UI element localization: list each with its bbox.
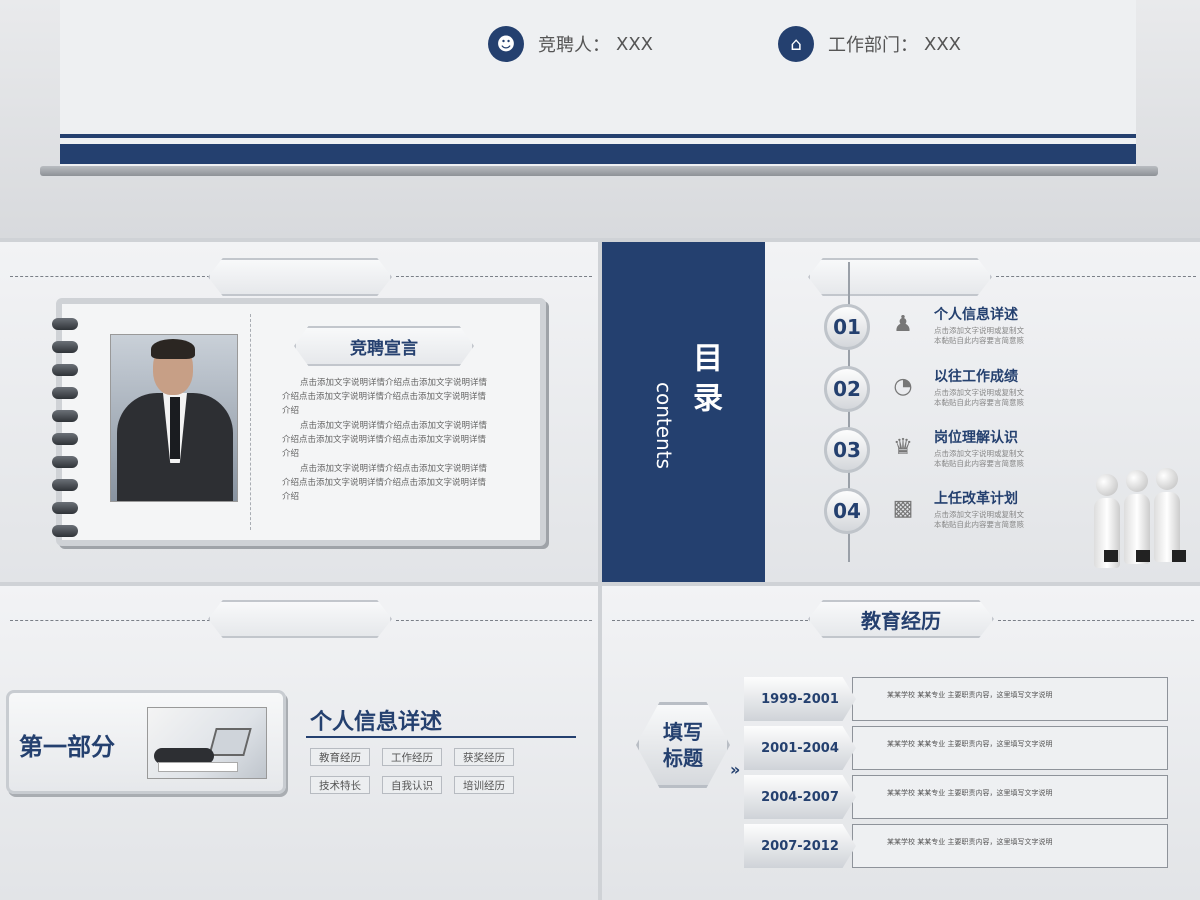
notebook: 竞聘宣言 点击添加文字说明详情介绍点击添加文字说明详情介绍点击添加文字说明详情介… <box>52 298 546 546</box>
education-row-text: 某某学校 某某专业 主要职责内容，这里填写文字说明 <box>852 824 1168 868</box>
notebook-ring <box>52 364 78 376</box>
divider-left <box>612 620 808 621</box>
notebook-ring <box>52 341 78 353</box>
fill-title-line1: 填写 <box>663 720 703 744</box>
person-icon: ☻ <box>488 26 524 62</box>
pie-chart-icon: ◔ <box>893 374 913 399</box>
toc-item[interactable]: 02 ◔ 以往工作成绩 点击添加文字说明或复制文本黏贴自此内容要言简意赅 <box>824 366 1030 412</box>
education-row-years: 1999-2001 <box>744 677 856 721</box>
toc-desc: 点击添加文字说明或复制文本黏贴自此内容要言简意赅 <box>934 388 1024 407</box>
divider-left <box>10 620 210 621</box>
declaration-slide: 竞聘宣言 点击添加文字说明详情介绍点击添加文字说明详情介绍点击添加文字说明详情介… <box>0 242 598 582</box>
home-icon: ⌂ <box>778 26 814 62</box>
section-card: 第一部分 <box>6 690 286 794</box>
contents-title-en: contents <box>652 382 676 469</box>
office-photo <box>147 707 267 779</box>
education-row-text: 某某学校 某某专业 主要职责内容，这里填写文字说明 <box>852 726 1168 770</box>
divider-left <box>10 276 210 277</box>
person-icon: ♟ <box>893 312 913 337</box>
header-hex-empty <box>208 600 392 638</box>
toc-item[interactable]: 01 ♟ 个人信息详述 点击添加文字说明或复制文本黏贴自此内容要言简意赅 <box>824 304 1030 350</box>
education-row-years: 2007-2012 <box>744 824 856 868</box>
toc-title: 个人信息详述 <box>934 307 1018 323</box>
header-hex-empty <box>808 258 992 296</box>
divider-right <box>996 276 1196 277</box>
notebook-divider <box>250 314 251 530</box>
presenter-icon: ♛ <box>893 435 913 460</box>
declaration-paragraph: 点击添加文字说明详情介绍点击添加文字说明详情介绍点击添加文字说明详情介绍点击添加… <box>282 464 488 502</box>
toc-number: 03 <box>824 427 870 473</box>
education-row-years: 2004-2007 <box>744 775 856 819</box>
toc-number: 01 <box>824 304 870 350</box>
toc-title: 上任改革计划 <box>934 491 1018 507</box>
contents-sidebar: 目录 contents <box>602 242 765 582</box>
tag-work[interactable]: 工作经历 <box>382 748 442 766</box>
candidate-label: 竞聘人： <box>538 35 610 56</box>
tag-education[interactable]: 教育经历 <box>310 748 370 766</box>
declaration-paragraph: 点击添加文字说明详情介绍点击添加文字说明详情介绍点击添加文字说明详情介绍点击添加… <box>282 421 488 459</box>
cover-slide: ☻ 竞聘人： XXX ⌂ 工作部门： XXX <box>0 0 1200 238</box>
education-row-text: 某某学校 某某专业 主要职责内容，这里填写文字说明 <box>852 775 1168 819</box>
contents-title: 目录 <box>687 342 722 422</box>
toc-number: 02 <box>824 366 870 412</box>
notebook-ring <box>52 318 78 330</box>
chevron-right-icon: » <box>730 760 741 779</box>
notebook-ring <box>52 502 78 514</box>
notebook-ring <box>52 456 78 468</box>
department-info: ⌂ 工作部门： XXX <box>778 26 961 62</box>
toc-title: 以往工作成绩 <box>934 369 1018 385</box>
department-label: 工作部门： <box>828 35 918 56</box>
notebook-ring <box>52 410 78 422</box>
education-row-text: 某某学校 某某专业 主要职责内容，这里填写文字说明 <box>852 677 1168 721</box>
notebook-ring <box>52 525 78 537</box>
section-heading: 个人信息详述 <box>310 710 443 735</box>
candidate-photo <box>110 334 238 502</box>
education-title: 教育经历 <box>808 600 994 638</box>
notebook-ring <box>52 479 78 491</box>
divider-right <box>396 620 592 621</box>
notebook-ring <box>52 387 78 399</box>
notebook-ring <box>52 433 78 445</box>
toc-item[interactable]: 04 ▩ 上任改革计划 点击添加文字说明或复制文本黏贴自此内容要言简意赅 <box>824 488 1030 534</box>
toc-title: 岗位理解认识 <box>934 430 1018 446</box>
declaration-title: 竞聘宣言 <box>294 326 474 366</box>
bar-chart-icon: ▩ <box>892 496 914 521</box>
fill-title-line2: 标题 <box>663 746 703 770</box>
cover-shelf <box>40 166 1158 176</box>
toc-desc: 点击添加文字说明或复制文本黏贴自此内容要言简意赅 <box>934 326 1024 345</box>
section-underline <box>306 736 576 738</box>
education-row-years: 2001-2004 <box>744 726 856 770</box>
candidate-value: XXX <box>616 33 653 55</box>
divider-right <box>396 276 592 277</box>
tag-self[interactable]: 自我认识 <box>382 776 442 794</box>
tag-awards[interactable]: 获奖经历 <box>454 748 514 766</box>
candidate-info: ☻ 竞聘人： XXX <box>488 26 653 62</box>
toc-desc: 点击添加文字说明或复制文本黏贴自此内容要言简意赅 <box>934 449 1024 468</box>
business-figures-illustration <box>1080 464 1190 574</box>
header-hex-empty <box>208 258 392 296</box>
section-slide: 第一部分 个人信息详述 教育经历 工作经历 获奖经历 技术特长 自我认识 培训经… <box>0 586 598 900</box>
toc-number: 04 <box>824 488 870 534</box>
declaration-paragraph: 点击添加文字说明详情介绍点击添加文字说明详情介绍点击添加文字说明详情介绍点击添加… <box>282 378 488 416</box>
section-part-title: 第一部分 <box>19 733 115 761</box>
fill-title-hex: 填写 标题 <box>636 702 730 788</box>
toc-desc: 点击添加文字说明或复制文本黏贴自此内容要言简意赅 <box>934 510 1024 529</box>
divider-right <box>998 620 1194 621</box>
tag-training[interactable]: 培训经历 <box>454 776 514 794</box>
department-value: XXX <box>924 33 961 55</box>
tag-skills[interactable]: 技术特长 <box>310 776 370 794</box>
cover-navy-bar <box>60 134 1136 164</box>
contents-slide: 目录 contents 01 ♟ 个人信息详述 点击添加文字说明或复制文本黏贴自… <box>602 242 1200 582</box>
education-slide: 教育经历 填写 标题 » 某某学校 某某专业 主要职责内容，这里填写文字说明 1… <box>602 586 1200 900</box>
toc-item[interactable]: 03 ♛ 岗位理解认识 点击添加文字说明或复制文本黏贴自此内容要言简意赅 <box>824 427 1030 473</box>
